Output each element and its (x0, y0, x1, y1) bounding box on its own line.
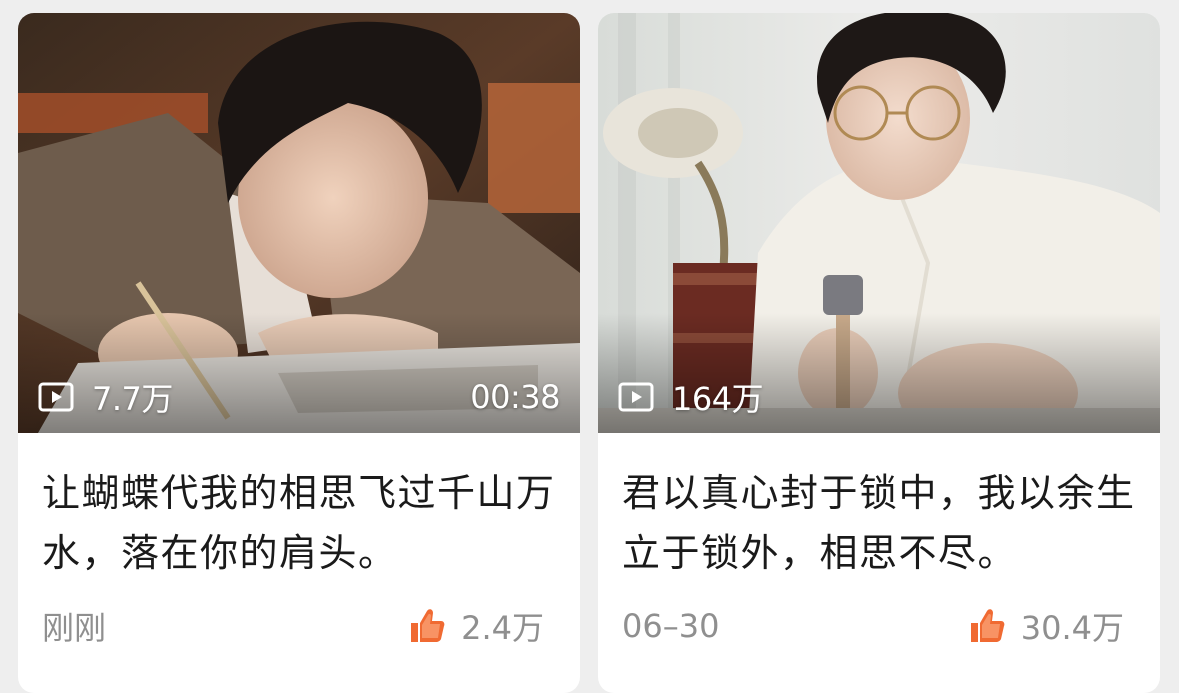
video-thumbnail[interactable]: 164万 (598, 13, 1160, 433)
video-grid: 7.7万 00:38 让蝴蝶代我的相思飞过千山万水，落在你的肩头。 刚刚 2.4… (0, 0, 1179, 693)
post-time: 刚刚 (42, 609, 107, 647)
like-count: 2.4万 (461, 609, 544, 647)
view-count: 7.7万 (38, 374, 173, 420)
view-count-label: 164万 (672, 380, 764, 418)
video-thumbnail[interactable]: 7.7万 00:38 (18, 13, 580, 433)
like-button[interactable]: 30.4万 (967, 603, 1124, 649)
thumbs-up-icon (411, 609, 445, 642)
video-duration: 00:38 (470, 378, 560, 416)
play-icon (38, 382, 74, 412)
thumbs-up-icon (970, 609, 1005, 642)
like-count: 30.4万 (1020, 609, 1124, 647)
video-title[interactable]: 让蝴蝶代我的相思飞过千山万水，落在你的肩头。 (42, 463, 556, 583)
card-footer: 06–30 30.4万 (622, 601, 1124, 651)
card-footer: 刚刚 2.4万 (42, 601, 544, 651)
video-title[interactable]: 君以真心封于锁中，我以余生立于锁外，相思不尽。 (622, 463, 1136, 583)
play-icon (618, 382, 654, 412)
post-time: 06–30 (622, 607, 720, 645)
thumbnail-overlay: 7.7万 00:38 (38, 374, 560, 420)
video-card[interactable]: 164万 君以真心封于锁中，我以余生立于锁外，相思不尽。 06–30 30.4万 (598, 13, 1160, 693)
video-card[interactable]: 7.7万 00:38 让蝴蝶代我的相思飞过千山万水，落在你的肩头。 刚刚 2.4… (18, 13, 580, 693)
like-button[interactable]: 2.4万 (407, 603, 544, 649)
view-count: 164万 (618, 374, 764, 420)
view-count-label: 7.7万 (92, 380, 173, 418)
thumbnail-overlay: 164万 (618, 374, 1140, 420)
